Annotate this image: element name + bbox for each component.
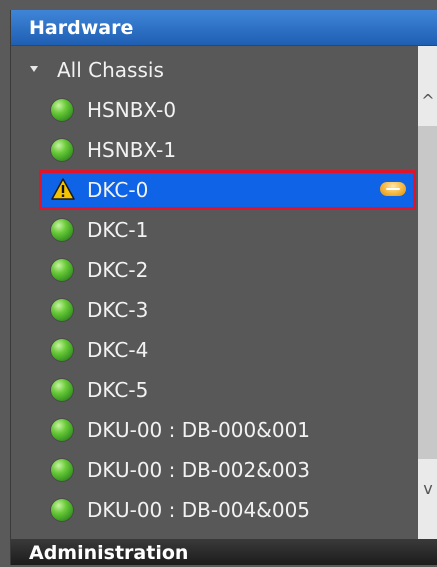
tree-item-label: DKC-5 (87, 378, 149, 402)
tree-item-dkc-1[interactable]: DKC-1 (11, 210, 418, 250)
green-status-icon (51, 259, 73, 281)
tree-scrollbar[interactable]: ^ v (418, 46, 437, 539)
green-status-icon (51, 219, 73, 241)
tree-item-label: DKC-4 (87, 338, 149, 362)
green-status-icon (51, 339, 73, 361)
tree-item-dku-00-db-002-003[interactable]: DKU-00 : DB-002&003 (11, 450, 418, 490)
tree-item-label: HSNBX-0 (87, 98, 177, 122)
tree-item-dkc-5[interactable]: DKC-5 (11, 370, 418, 410)
tree-item-label: HSNBX-1 (87, 138, 177, 162)
tree-item-dkc-2[interactable]: DKC-2 (11, 250, 418, 290)
hardware-header[interactable]: Hardware (11, 10, 437, 46)
tree-item-dku-00-db-004-005[interactable]: DKU-00 : DB-004&005 (11, 490, 418, 530)
tree-item-label: DKC-3 (87, 298, 149, 322)
tree-item-dkc-0[interactable]: DKC-0 (39, 170, 416, 210)
tree-item-dkc-4[interactable]: DKC-4 (11, 330, 418, 370)
green-status-icon (51, 99, 73, 121)
tree-item-hsnbx-0[interactable]: HSNBX-0 (11, 90, 418, 130)
green-status-icon (51, 459, 73, 481)
tree-item-label: DKC-2 (87, 258, 149, 282)
green-status-icon (51, 299, 73, 321)
hardware-tree: All Chassis HSNBX-0 HSNBX-1 DKC-0 DKC-1 (11, 46, 418, 539)
green-status-icon (51, 499, 73, 521)
minus-status-badge-icon (380, 182, 406, 196)
tree-item-label: All Chassis (57, 58, 164, 82)
tree-item-label: DKC-0 (87, 178, 149, 202)
tree-item-dkc-3[interactable]: DKC-3 (11, 290, 418, 330)
scroll-down-chevron-icon[interactable]: v (418, 459, 437, 539)
administration-header[interactable]: Administration (11, 539, 437, 565)
tree-item-label: DKU-00 : DB-002&003 (87, 458, 311, 482)
tree-item-label: DKU-00 : DB-000&001 (87, 418, 311, 442)
tree-item-label: DKC-1 (87, 218, 149, 242)
tree-item-label: DKU-00 : DB-004&005 (87, 498, 311, 522)
green-status-icon (51, 139, 73, 161)
tree-item-hsnbx-1[interactable]: HSNBX-1 (11, 130, 418, 170)
green-status-icon (51, 379, 73, 401)
green-status-icon (51, 419, 73, 441)
tree-item-dku-00-db-000-001[interactable]: DKU-00 : DB-000&001 (11, 410, 418, 450)
expand-triangle-icon[interactable] (30, 66, 38, 72)
warning-icon (51, 178, 75, 200)
tree-item-all-chassis[interactable]: All Chassis (11, 50, 418, 90)
hardware-panel: Hardware All Chassis HSNBX-0 HSNBX-1 DKC… (10, 10, 437, 565)
scroll-up-chevron-icon[interactable]: ^ (418, 46, 437, 126)
